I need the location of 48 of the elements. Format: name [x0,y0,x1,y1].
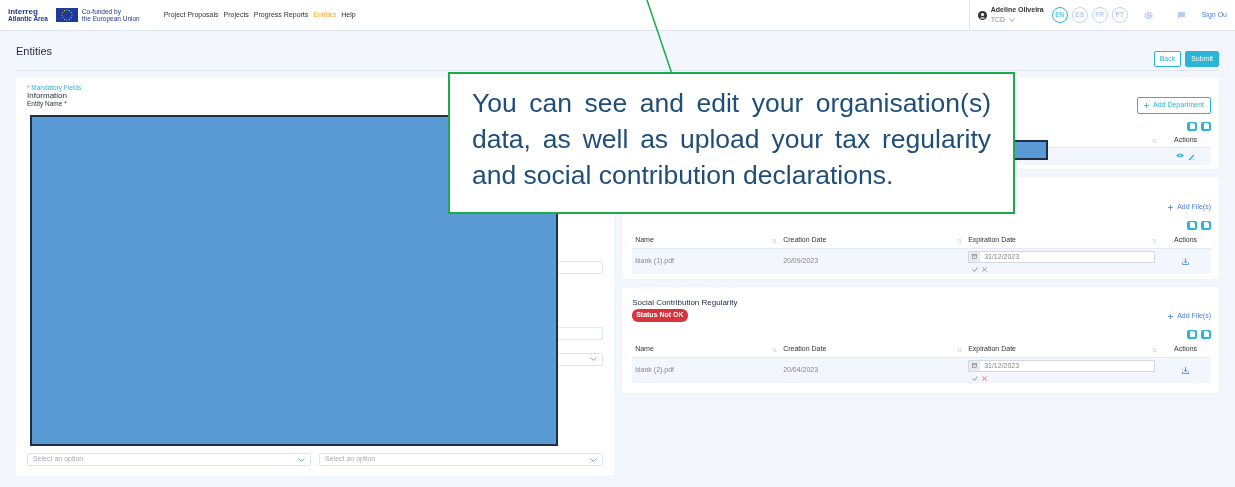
file-icon [1203,123,1209,129]
sort-icon [957,346,963,353]
calendar-icon [972,254,978,259]
file-icon [1203,222,1209,228]
flag-icon [55,8,78,22]
edit-icon[interactable] [1188,152,1196,160]
sort-icon [957,237,963,244]
check-icon[interactable] [972,266,979,272]
file-icon [1189,222,1195,228]
check-icon[interactable] [972,375,979,381]
chevron-down-icon [590,357,598,362]
sort-icon [772,346,778,353]
export-button[interactable] [1201,220,1211,230]
chevron-down-icon [1009,18,1016,23]
chat-icon[interactable] [1176,11,1186,19]
logo-text: interreg [8,7,38,16]
sort-icon [1152,237,1158,244]
select-field[interactable] [555,352,604,366]
export-button[interactable] [1187,220,1197,230]
file-icon [1189,123,1195,129]
download-icon[interactable] [1182,257,1190,265]
input-field[interactable] [555,260,604,274]
chevron-down-icon [590,457,598,462]
close-icon[interactable] [982,375,988,381]
section-title: Social Contribution Regularity [632,297,738,309]
download-icon[interactable] [1182,366,1190,374]
chevron-down-icon [298,457,306,462]
export-button[interactable] [1201,329,1211,339]
export-button[interactable] [1201,121,1211,131]
plus-icon [1168,313,1174,319]
close-icon[interactable] [982,266,988,272]
user-icon [977,10,987,20]
file-icon [1203,331,1209,337]
calendar-icon [972,363,978,368]
section-title: Information [27,91,68,101]
input-field[interactable] [555,326,604,340]
plus-icon [1168,204,1174,210]
sort-icon [1152,137,1158,144]
export-button[interactable] [1187,121,1197,131]
export-button[interactable] [1187,329,1197,339]
page-title: Entities [16,43,54,59]
callout-text: You can see and edit your organisation(s) data, as well as upload your tax regularity and social contribution declarations. [448,72,1015,214]
sort-icon [1152,346,1158,353]
sort-icon [772,237,778,244]
file-icon [1189,331,1195,337]
plus-icon [1144,102,1149,108]
eye-icon[interactable] [1176,152,1185,158]
settings-icon[interactable] [1143,10,1153,20]
